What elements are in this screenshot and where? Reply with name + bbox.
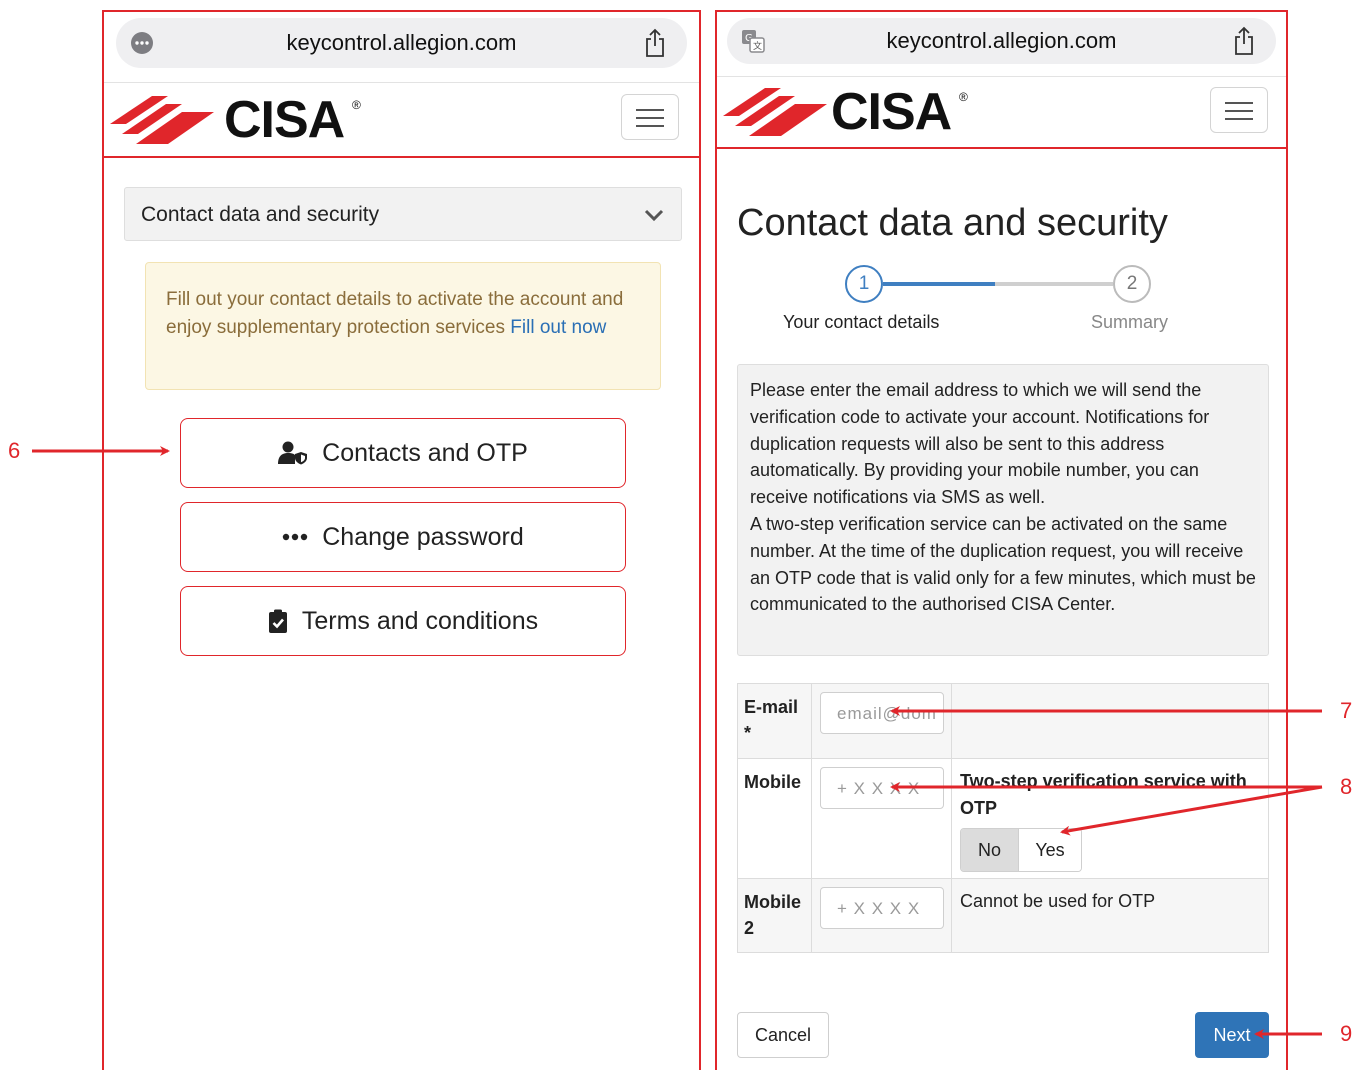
annotation-7: 7 (1340, 698, 1353, 723)
annotation-8: 8 (1340, 774, 1353, 799)
arrow-8b (1060, 785, 1323, 836)
annotation-6: 6 (8, 438, 21, 463)
annotation-9: 9 (1340, 1021, 1353, 1046)
annotation-arrows (32, 446, 1323, 1039)
